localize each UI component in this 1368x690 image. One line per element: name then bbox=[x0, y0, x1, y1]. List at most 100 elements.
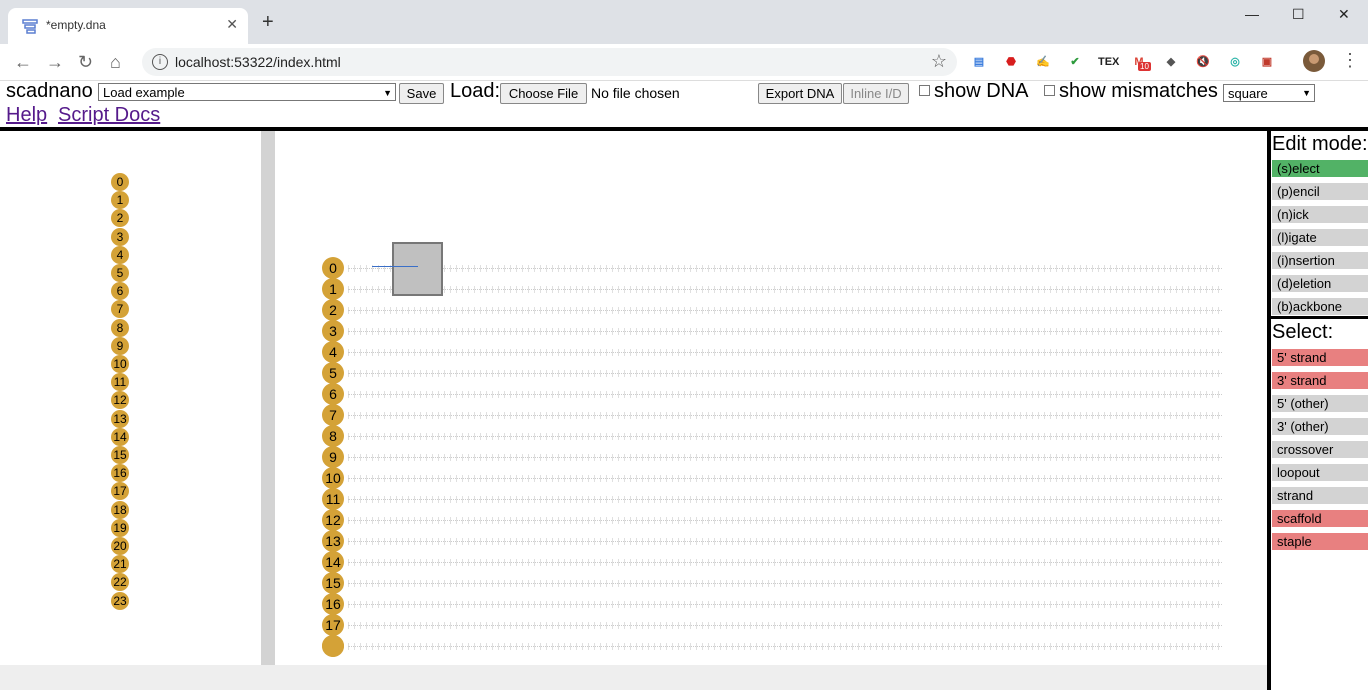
tex-ext-icon[interactable]: TEX bbox=[1098, 53, 1119, 71]
side-helix-circle[interactable]: 1 bbox=[111, 191, 129, 210]
sign-ext-icon[interactable]: ✍ bbox=[1034, 53, 1052, 71]
edit-mode-item-s-elect[interactable]: (s)elect bbox=[1272, 160, 1368, 177]
stop-ext-icon[interactable]: ⬣ bbox=[1002, 53, 1020, 71]
side-helix-circle[interactable]: 17 bbox=[111, 482, 129, 501]
helix-label-circle[interactable]: 3 bbox=[322, 320, 344, 342]
helix-label-circle[interactable]: 15 bbox=[322, 572, 344, 594]
selection-box[interactable] bbox=[392, 242, 443, 296]
edit-mode-item-l-igate[interactable]: (l)igate bbox=[1272, 229, 1368, 246]
help-link[interactable]: Help bbox=[6, 104, 47, 127]
target-ext-icon[interactable]: ◎ bbox=[1226, 53, 1244, 71]
bookmark-star-icon[interactable]: ☆ bbox=[931, 51, 947, 72]
side-helix-circle[interactable]: 13 bbox=[111, 409, 129, 428]
side-helix-circle[interactable]: 19 bbox=[111, 518, 129, 537]
browser-tab[interactable]: *empty.dna ✕ bbox=[8, 8, 248, 44]
select-mode-item-3-other[interactable]: 3' (other) bbox=[1272, 418, 1368, 435]
helix-label-circle[interactable]: 1 bbox=[322, 278, 344, 300]
edit-mode-item-d-eletion[interactable]: (d)eletion bbox=[1272, 275, 1368, 292]
side-helix-circle[interactable]: 21 bbox=[111, 555, 129, 574]
side-helix-circle[interactable]: 20 bbox=[111, 537, 129, 555]
side-helix-circle[interactable]: 15 bbox=[111, 446, 129, 464]
inline-id-button[interactable]: Inline I/D bbox=[843, 83, 909, 104]
maximize-icon[interactable]: ☐ bbox=[1292, 6, 1305, 23]
strand[interactable] bbox=[372, 266, 418, 267]
select-mode-item-crossover[interactable]: crossover bbox=[1272, 441, 1368, 458]
new-tab-button[interactable]: + bbox=[262, 12, 274, 32]
url-text[interactable]: localhost:53322/index.html bbox=[175, 54, 341, 70]
helix-label-circle[interactable]: 12 bbox=[322, 509, 344, 531]
helix-label-circle[interactable]: 13 bbox=[322, 530, 344, 552]
choose-file-button[interactable]: Choose File bbox=[500, 83, 587, 104]
side-helix-circle[interactable]: 18 bbox=[111, 500, 129, 519]
info-icon[interactable]: i bbox=[152, 54, 168, 70]
profile-avatar[interactable] bbox=[1303, 50, 1325, 72]
side-helix-circle[interactable]: 16 bbox=[111, 464, 129, 483]
app-ext-icon[interactable]: ▣ bbox=[1258, 53, 1276, 71]
forward-icon[interactable]: → bbox=[46, 52, 64, 73]
helix-label-circle[interactable]: 4 bbox=[322, 341, 344, 363]
edit-mode-item-p-encil[interactable]: (p)encil bbox=[1272, 183, 1368, 200]
minimize-icon[interactable]: — bbox=[1245, 6, 1259, 22]
side-helix-circle[interactable]: 3 bbox=[111, 227, 129, 246]
side-helix-circle[interactable]: 23 bbox=[111, 591, 129, 610]
side-helix-circle[interactable]: 7 bbox=[111, 300, 129, 319]
save-button[interactable]: Save bbox=[399, 83, 444, 104]
chat-ext-icon[interactable]: ▤ bbox=[970, 53, 988, 71]
helix-label-circle[interactable]: 10 bbox=[322, 467, 344, 489]
reload-icon[interactable]: ↻ bbox=[78, 52, 93, 73]
show-dna-checkbox[interactable] bbox=[919, 85, 930, 96]
side-helix-circle[interactable]: 2 bbox=[111, 209, 129, 228]
helix-label-circle[interactable]: 0 bbox=[322, 257, 344, 279]
helix-label-circle[interactable]: 7 bbox=[322, 404, 344, 426]
select-mode-item-5-other[interactable]: 5' (other) bbox=[1272, 395, 1368, 412]
load-example-select[interactable]: Load example ▼ bbox=[98, 83, 396, 101]
side-helix-circle[interactable]: 6 bbox=[111, 282, 129, 301]
side-helix-circle[interactable]: 0 bbox=[111, 173, 129, 191]
edit-mode-item-n-ick[interactable]: (n)ick bbox=[1272, 206, 1368, 223]
side-helix-circle[interactable]: 11 bbox=[111, 373, 129, 392]
horizontal-scrollbar[interactable] bbox=[0, 665, 1267, 690]
helix-label-circle[interactable]: 5 bbox=[322, 362, 344, 384]
helix-label-circle[interactable]: 11 bbox=[322, 488, 344, 510]
home-icon[interactable]: ⌂ bbox=[110, 52, 121, 73]
pane-splitter[interactable] bbox=[261, 131, 275, 665]
check-ext-icon[interactable]: ✔ bbox=[1066, 53, 1084, 71]
address-bar[interactable]: i localhost:53322/index.html ☆ bbox=[142, 48, 957, 76]
grid-shape-select[interactable]: square ▼ bbox=[1223, 84, 1315, 102]
script-docs-link[interactable]: Script Docs bbox=[58, 104, 160, 127]
side-helix-circle[interactable]: 9 bbox=[111, 336, 129, 355]
side-helix-circle[interactable]: 10 bbox=[111, 355, 129, 373]
helix-label-circle[interactable]: 2 bbox=[322, 299, 344, 321]
helix-label-circle[interactable]: 16 bbox=[322, 593, 344, 615]
side-helix-circle[interactable]: 5 bbox=[111, 264, 129, 282]
helix-label-circle[interactable]: 14 bbox=[322, 551, 344, 573]
select-mode-item-staple[interactable]: staple bbox=[1272, 533, 1368, 550]
side-helix-circle[interactable]: 14 bbox=[111, 427, 129, 446]
side-helix-circle[interactable]: 8 bbox=[111, 318, 129, 337]
menu-dots-icon[interactable]: ⋮ bbox=[1341, 50, 1359, 71]
show-mismatches-checkbox[interactable] bbox=[1044, 85, 1055, 96]
main-view-pane[interactable]: 0123456789101112131415161718 bbox=[275, 131, 1267, 665]
close-tab-icon[interactable]: ✕ bbox=[226, 16, 238, 33]
helix-label-circle[interactable]: 17 bbox=[322, 614, 344, 636]
select-mode-item-3-strand[interactable]: 3' strand bbox=[1272, 372, 1368, 389]
side-helix-circle[interactable]: 4 bbox=[111, 245, 129, 264]
side-helix-circle[interactable]: 22 bbox=[111, 573, 129, 592]
select-mode-item-loopout[interactable]: loopout bbox=[1272, 464, 1368, 481]
helix-label-circle[interactable]: 9 bbox=[322, 446, 344, 468]
helix-label-circle[interactable]: 8 bbox=[322, 425, 344, 447]
select-mode-item-5-strand[interactable]: 5' strand bbox=[1272, 349, 1368, 366]
back-icon[interactable]: ← bbox=[14, 52, 32, 73]
dropbox-ext-icon[interactable]: ◆ bbox=[1162, 53, 1180, 71]
select-mode-item-strand[interactable]: strand bbox=[1272, 487, 1368, 504]
close-window-icon[interactable]: ✕ bbox=[1338, 6, 1350, 23]
select-mode-item-scaffold[interactable]: scaffold bbox=[1272, 510, 1368, 527]
helix-label-circle[interactable]: 6 bbox=[322, 383, 344, 405]
side-helix-circle[interactable]: 12 bbox=[111, 391, 129, 410]
edit-mode-item-b-ackbone[interactable]: (b)ackbone bbox=[1272, 298, 1368, 315]
side-view-pane[interactable]: 0 1 2 3 4 5 6 7 8 9 10 11 12 13 14 15 16 17 18 19 20 21 22 23 bbox=[0, 131, 261, 665]
export-dna-button[interactable]: Export DNA bbox=[758, 83, 842, 104]
edit-mode-item-i-nsertion[interactable]: (i)nsertion bbox=[1272, 252, 1368, 269]
mute-ext-icon[interactable]: 🔇 bbox=[1194, 53, 1212, 71]
helix-axis-line bbox=[348, 604, 1222, 605]
